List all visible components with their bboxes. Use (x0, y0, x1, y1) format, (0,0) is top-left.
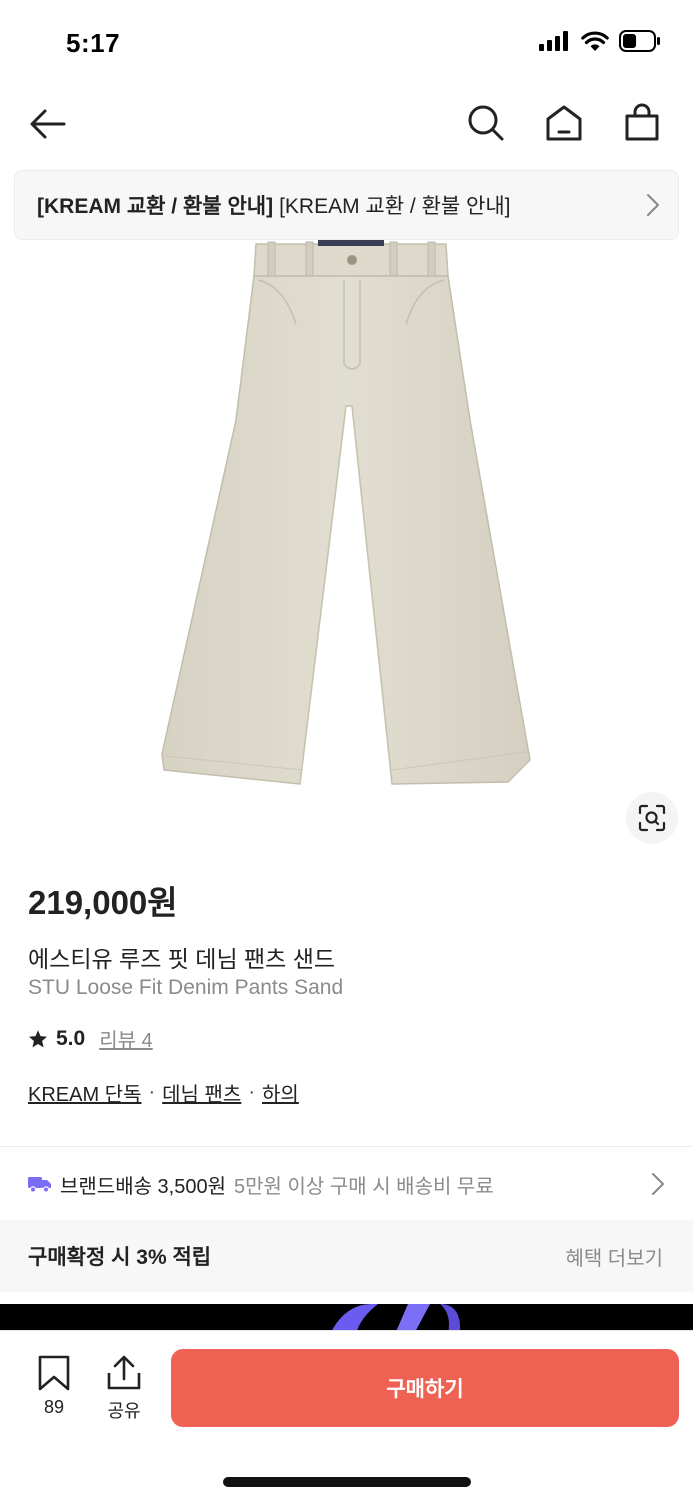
back-button[interactable] (28, 104, 72, 144)
bookmark-button[interactable]: 89 (30, 1355, 78, 1418)
points-benefit-row: 구매확정 시 3% 적립 혜택 더보기 (0, 1220, 693, 1292)
notice-text: [KREAM 교환 / 환불 안내] (279, 195, 511, 218)
points-text: 구매확정 시 3% 적립 (28, 1246, 212, 1269)
category-separator: · (148, 1081, 156, 1103)
product-name-english: STU Loose Fit Denim Pants Sand (28, 976, 344, 999)
signal-icon (539, 31, 568, 51)
chevron-right-icon (652, 1173, 664, 1195)
shipping-free-condition: 5만원 이상 구매 시 배송비 무료 (234, 1175, 494, 1198)
category-link-denim-pants[interactable]: 데님 팬츠 (162, 1078, 241, 1107)
category-link-bottoms[interactable]: 하의 (262, 1078, 299, 1107)
home-button[interactable] (543, 102, 585, 144)
benefits-more-link[interactable]: 혜택 더보기 (565, 1242, 663, 1271)
search-button[interactable] (465, 102, 507, 144)
nav-actions (465, 102, 663, 144)
exchange-refund-notice[interactable]: [KREAM 교환 / 환불 안내] [KREAM 교환 / 환불 안내] (14, 170, 679, 240)
share-button[interactable]: 공유 (100, 1355, 148, 1423)
share-icon (107, 1355, 141, 1390)
shipping-info-row[interactable]: 브랜드배송 3,500원 5만원 이상 구매 시 배송비 무료 (0, 1148, 693, 1220)
rating-row: 5.0 리뷰 4 (28, 1024, 153, 1053)
status-time: 5:17 (66, 28, 121, 58)
bookmark-count: 89 (43, 1397, 65, 1417)
category-separator: · (248, 1081, 255, 1103)
arrow-left-icon (30, 109, 66, 139)
status-bar: 5:17 (0, 0, 693, 88)
bookmark-icon (38, 1355, 70, 1391)
chevron-right-icon (647, 194, 659, 216)
star-icon (29, 1029, 47, 1047)
section-divider (0, 1146, 693, 1147)
review-link[interactable]: 리뷰 4 (99, 1024, 152, 1053)
home-indicator (223, 1477, 471, 1487)
battery-icon (619, 30, 660, 52)
lens-scan-icon (638, 804, 666, 832)
category-breadcrumb: KREAM 단독 · 데님 팬츠 · 하의 (28, 1078, 299, 1107)
home-icon (546, 105, 582, 141)
search-icon (468, 105, 504, 141)
shipping-label: 브랜드배송 3,500원 (60, 1175, 227, 1198)
image-search-button[interactable] (626, 792, 678, 844)
cart-button[interactable] (621, 102, 663, 144)
bottom-action-bar: 89 공유 구매하기 (0, 1330, 693, 1500)
wifi-icon (581, 31, 609, 51)
shopping-bag-icon (625, 103, 659, 141)
category-link-exclusive[interactable]: KREAM 단독 (28, 1078, 141, 1107)
product-price: 219,000원 (28, 884, 178, 921)
status-icons (539, 30, 661, 52)
rating-value: 5.0 (56, 1026, 86, 1050)
notice-title: [KREAM 교환 / 환불 안내] (37, 195, 274, 218)
nav-bar (0, 88, 693, 164)
pants-illustration (161, 240, 531, 785)
truck-icon (28, 1177, 51, 1193)
product-image (0, 240, 693, 860)
buy-button[interactable]: 구매하기 (171, 1349, 679, 1427)
share-label: 공유 (107, 1401, 141, 1421)
product-name-korean: 에스티유 루즈 핏 데님 팬츠 샌드 (28, 946, 336, 972)
